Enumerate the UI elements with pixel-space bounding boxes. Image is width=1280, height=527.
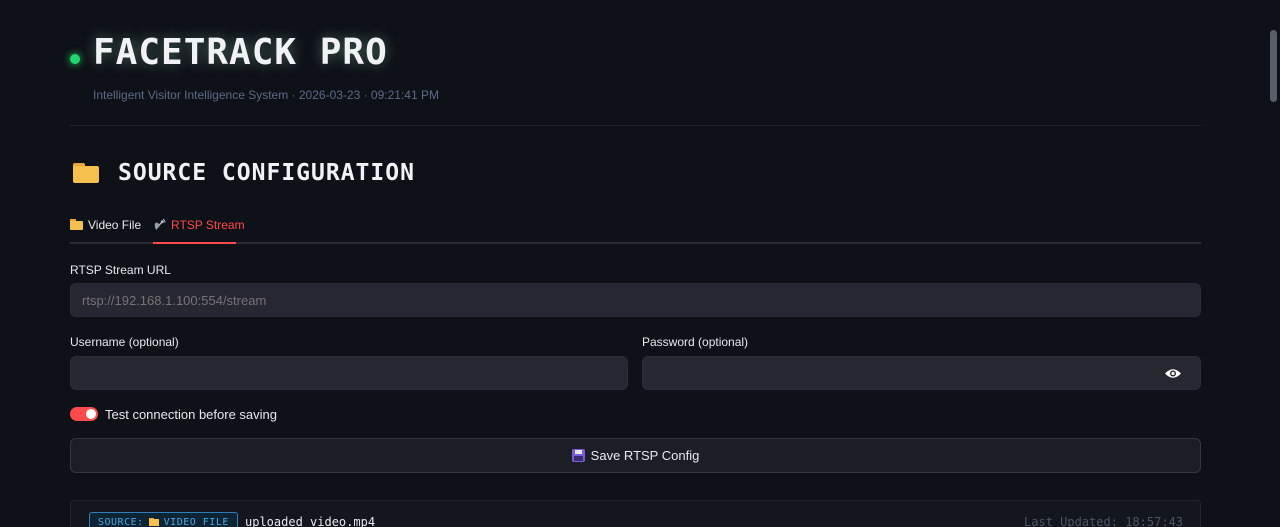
- source-badge-prefix: SOURCE:: [98, 516, 144, 527]
- toggle-knob: [86, 409, 96, 419]
- satellite-icon: [154, 218, 166, 230]
- app-subtitle: Intelligent Visitor Intelligence System …: [93, 88, 439, 102]
- last-updated-time: Last Updated: 18:57:43: [1024, 515, 1183, 527]
- header-divider: [70, 125, 1201, 126]
- username-label: Username (optional): [70, 335, 179, 349]
- eye-icon[interactable]: [1164, 367, 1182, 380]
- folder-icon: [148, 518, 159, 526]
- rtsp-url-label: RTSP Stream URL: [70, 263, 171, 277]
- tabs-underline: [70, 242, 1201, 244]
- folder-icon: [73, 163, 99, 183]
- floppy-disk-icon: [571, 449, 585, 462]
- tab-video-file[interactable]: Video File: [70, 218, 141, 244]
- username-input[interactable]: [70, 356, 628, 390]
- source-tabs: Video File RTSP Stream: [70, 210, 1201, 244]
- test-connection-toggle[interactable]: [70, 407, 98, 421]
- page-scrollbar[interactable]: [1270, 30, 1277, 102]
- active-tab-indicator: [153, 242, 236, 244]
- rtsp-url-input[interactable]: [70, 283, 1201, 317]
- source-file-name: uploaded_video.mp4: [245, 515, 376, 527]
- password-label: Password (optional): [642, 335, 749, 349]
- source-badge: SOURCE: VIDEO FILE: [89, 512, 238, 527]
- save-button-label: Save RTSP Config: [590, 448, 700, 463]
- password-field[interactable]: [642, 356, 1201, 390]
- live-status-indicator: [70, 54, 80, 64]
- tab-rtsp-stream[interactable]: RTSP Stream: [153, 218, 245, 244]
- test-connection-row: Test connection before saving: [70, 405, 277, 423]
- section-title: SOURCE CONFIGURATION: [118, 160, 415, 186]
- source-badge-type: VIDEO FILE: [163, 516, 229, 527]
- folder-icon: [70, 219, 83, 230]
- section-heading: SOURCE CONFIGURATION: [73, 156, 415, 190]
- tab-label: Video File: [88, 218, 142, 232]
- save-rtsp-config-button[interactable]: Save RTSP Config: [70, 438, 1201, 473]
- test-connection-label: Test connection before saving: [105, 406, 277, 422]
- tab-label: RTSP Stream: [171, 218, 245, 232]
- app-header: FACETRACK PRO Intelligent Visitor Intell…: [70, 28, 1201, 126]
- status-bar: SOURCE: VIDEO FILE uploaded_video.mp4 La…: [70, 500, 1201, 527]
- app-title: FACETRACK PRO: [93, 32, 388, 73]
